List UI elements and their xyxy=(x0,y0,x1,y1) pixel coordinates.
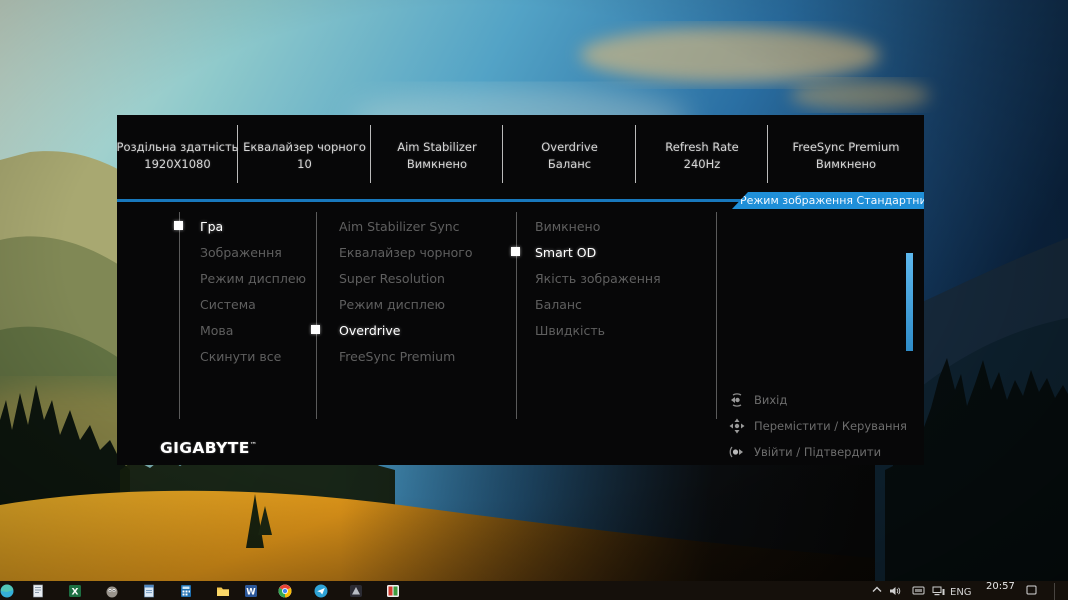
chrome-icon[interactable] xyxy=(278,584,292,598)
selected-marker xyxy=(311,325,320,334)
menu-item-system[interactable]: Система xyxy=(200,291,306,317)
language-indicator[interactable]: ENG xyxy=(950,587,972,598)
excel-icon[interactable]: X xyxy=(68,584,82,598)
gigabyte-logo: GIGABYTE™ xyxy=(160,439,257,457)
menu-divider xyxy=(716,212,717,419)
menu-item-overdrive[interactable]: Overdrive xyxy=(339,317,473,343)
hint-exit: Вихід xyxy=(728,387,907,413)
option-picture-quality[interactable]: Якість зображення xyxy=(535,265,661,291)
trademark: ™ xyxy=(250,441,257,449)
menu-item-display-mode[interactable]: Режим дисплею xyxy=(200,265,306,291)
network-icon[interactable] xyxy=(932,586,945,596)
menu-item-black-equalizer[interactable]: Еквалайзер чорного xyxy=(339,239,473,265)
notepad-icon[interactable] xyxy=(31,584,45,598)
option-speed[interactable]: Швидкість xyxy=(535,317,661,343)
joystick-press-icon xyxy=(728,443,746,461)
menu-divider xyxy=(179,212,180,419)
selected-marker xyxy=(174,221,183,230)
menu-item-reset-all[interactable]: Скинути все xyxy=(200,343,306,369)
gimp-icon[interactable] xyxy=(105,584,119,598)
volume-icon[interactable] xyxy=(890,586,902,596)
calculator-icon[interactable] xyxy=(179,584,193,598)
onedrive-icon[interactable] xyxy=(912,586,925,595)
svg-text:W: W xyxy=(246,588,256,598)
hint-move: Перемістити / Керування xyxy=(728,413,907,439)
menu-item-super-resolution[interactable]: Super Resolution xyxy=(339,265,473,291)
menu-divider xyxy=(516,212,517,419)
osd-scrollbar[interactable] xyxy=(906,253,913,351)
hint-label: Вихід xyxy=(754,393,787,407)
joystick-move-icon xyxy=(728,417,746,435)
menu-divider xyxy=(316,212,317,419)
game-launcher-icon[interactable] xyxy=(349,584,363,598)
hint-label: Перемістити / Керування xyxy=(754,419,907,433)
menu-column-main: Гра Зображення Режим дисплею Система Мов… xyxy=(200,213,306,369)
word-icon[interactable]: W xyxy=(244,584,258,598)
show-desktop-divider[interactable] xyxy=(1054,583,1055,600)
action-center-icon[interactable] xyxy=(1026,585,1037,595)
joystick-left-icon xyxy=(728,391,746,409)
option-balance[interactable]: Баланс xyxy=(535,291,661,317)
menu-column-sub: Aim Stabilizer Sync Еквалайзер чорного S… xyxy=(339,213,473,369)
selected-marker xyxy=(511,247,520,256)
desktop: Роздільна здатність 1920X1080 Еквалайзер… xyxy=(0,0,1068,600)
option-off[interactable]: Вимкнено xyxy=(535,213,661,239)
taskbar: X W xyxy=(0,581,1068,600)
hint-enter: Увійти / Підтвердити xyxy=(728,439,907,465)
menu-item-picture[interactable]: Зображення xyxy=(200,239,306,265)
media-app-icon[interactable] xyxy=(386,584,400,598)
clock[interactable]: 20:57 xyxy=(986,581,1015,592)
telegram-icon[interactable] xyxy=(314,584,328,598)
chevron-up-icon[interactable] xyxy=(872,586,882,593)
menu-item-language[interactable]: Мова xyxy=(200,317,306,343)
svg-text:X: X xyxy=(72,588,79,598)
menu-item-aim-stabilizer-sync[interactable]: Aim Stabilizer Sync xyxy=(339,213,473,239)
hint-label: Увійти / Підтвердити xyxy=(754,445,881,459)
menu-item-freesync-premium[interactable]: FreeSync Premium xyxy=(339,343,473,369)
menu-item-display-mode-sub[interactable]: Режим дисплею xyxy=(339,291,473,317)
osd-hints: Вихід Перемістити / Керування Ув xyxy=(728,387,907,465)
system-tray: ENG 20:57 xyxy=(858,581,1068,600)
osd-panel: Роздільна здатність 1920X1080 Еквалайзер… xyxy=(117,115,924,465)
option-smart-od[interactable]: Smart OD xyxy=(535,239,661,265)
menu-column-options: Вимкнено Smart OD Якість зображення Бала… xyxy=(535,213,661,343)
file-explorer-icon[interactable] xyxy=(216,584,230,598)
menu-item-game[interactable]: Гра xyxy=(200,213,306,239)
text-document-icon[interactable] xyxy=(142,584,156,598)
edge-browser-icon[interactable] xyxy=(0,584,14,598)
